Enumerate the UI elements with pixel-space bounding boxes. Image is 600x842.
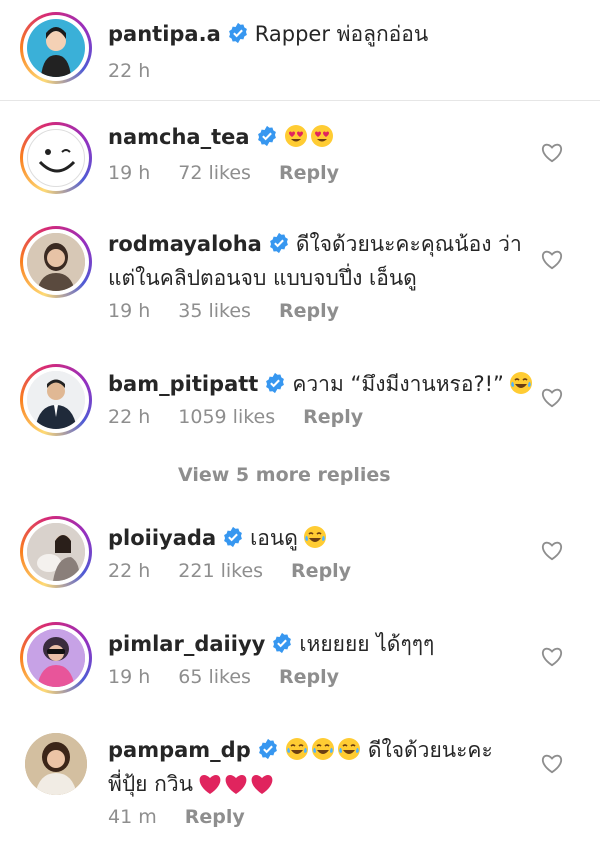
like-heart-icon[interactable] xyxy=(541,541,563,561)
comment-text-line-2: แต่ในคลิปตอนจบ แบบจบปึ่ง เอ็นดู xyxy=(108,266,417,290)
red-heart-emoji-icon xyxy=(199,775,221,794)
heart-eyes-emoji-icon xyxy=(284,125,307,147)
verified-badge-icon xyxy=(273,632,292,654)
username[interactable]: bam_pitipatt xyxy=(108,372,258,396)
avatar-photo-icon xyxy=(25,733,87,795)
reply-button[interactable]: Reply xyxy=(279,300,339,322)
red-heart-emoji-icon xyxy=(251,775,273,794)
avatar[interactable] xyxy=(20,364,92,436)
tears-of-joy-emoji-icon xyxy=(304,526,327,548)
like-heart-icon[interactable] xyxy=(541,647,563,667)
timestamp: 22 h xyxy=(108,560,151,582)
tears-of-joy-emoji-icon xyxy=(285,738,308,760)
username[interactable]: ploiiyada xyxy=(108,526,216,550)
like-heart-icon[interactable] xyxy=(541,250,563,270)
verified-badge-icon xyxy=(266,372,285,394)
avatar[interactable] xyxy=(20,226,92,298)
reply-button[interactable]: Reply xyxy=(185,806,245,828)
reply-button[interactable]: Reply xyxy=(291,560,351,582)
like-heart-icon[interactable] xyxy=(541,388,563,408)
comment-text-line-2: พี่ปุ้ย กวิน xyxy=(108,772,194,796)
red-heart-emoji-icon xyxy=(225,775,247,794)
username[interactable]: pimlar_daiiyy xyxy=(108,632,265,656)
verified-badge-icon xyxy=(224,526,243,548)
tears-of-joy-emoji-icon xyxy=(510,372,532,394)
reply-button[interactable]: Reply xyxy=(279,666,339,688)
avatar[interactable] xyxy=(20,728,92,800)
verified-badge-icon xyxy=(257,125,276,147)
reply-button[interactable]: Reply xyxy=(279,162,339,184)
verified-badge-icon xyxy=(258,738,277,760)
username[interactable]: rodmayaloha xyxy=(108,232,262,256)
like-heart-icon[interactable] xyxy=(541,143,563,163)
heart-eyes-emoji-icon xyxy=(310,125,333,147)
timestamp: 19 h xyxy=(108,162,151,184)
avatar[interactable] xyxy=(20,122,92,194)
avatar[interactable] xyxy=(20,12,92,84)
comment-text: Rapper พ่อลูกอ่อน xyxy=(254,22,429,46)
like-count[interactable]: 221 likes xyxy=(178,560,263,582)
avatar[interactable] xyxy=(20,622,92,694)
tears-of-joy-emoji-icon xyxy=(311,738,334,760)
like-count[interactable]: 1059 likes xyxy=(178,406,275,428)
comment-text: ความ “มึงมีงานหรอ?!” xyxy=(292,372,504,396)
timestamp: 22 h xyxy=(108,60,151,82)
divider xyxy=(0,100,600,101)
comment-text: ดีใจด้วยนะคะ xyxy=(367,738,493,762)
timestamp: 41 m xyxy=(108,806,157,828)
timestamp: 22 h xyxy=(108,406,151,428)
comment-text: เอนดู xyxy=(250,526,298,550)
username[interactable]: namcha_tea xyxy=(108,125,250,149)
username[interactable]: pampam_dp xyxy=(108,738,251,762)
like-count[interactable]: 35 likes xyxy=(178,300,251,322)
verified-badge-icon xyxy=(228,22,247,44)
username[interactable]: pantipa.a xyxy=(108,22,221,46)
view-more-replies-button[interactable]: View 5 more replies xyxy=(178,464,391,486)
like-count[interactable]: 72 likes xyxy=(178,162,251,184)
reply-button[interactable]: Reply xyxy=(303,406,363,428)
tears-of-joy-emoji-icon xyxy=(337,738,360,760)
comment-text: เหยยยย ได้ๆๆๆ xyxy=(299,632,435,656)
verified-badge-icon xyxy=(269,232,288,254)
avatar-photo-icon xyxy=(27,629,85,687)
avatar-photo-icon xyxy=(27,233,85,291)
like-count[interactable]: 65 likes xyxy=(178,666,251,688)
avatar-photo-icon xyxy=(27,371,85,429)
view-more-label: View 5 more replies xyxy=(178,464,391,486)
avatar[interactable] xyxy=(20,516,92,588)
timestamp: 19 h xyxy=(108,300,151,322)
smiley-face-icon xyxy=(38,149,76,173)
comment-text: ดีใจด้วยนะคะคุณน้อง ว่า xyxy=(295,232,522,256)
avatar-illustration-icon xyxy=(41,27,71,77)
like-heart-icon[interactable] xyxy=(541,754,563,774)
avatar-photo-icon xyxy=(27,523,85,581)
timestamp: 19 h xyxy=(108,666,151,688)
